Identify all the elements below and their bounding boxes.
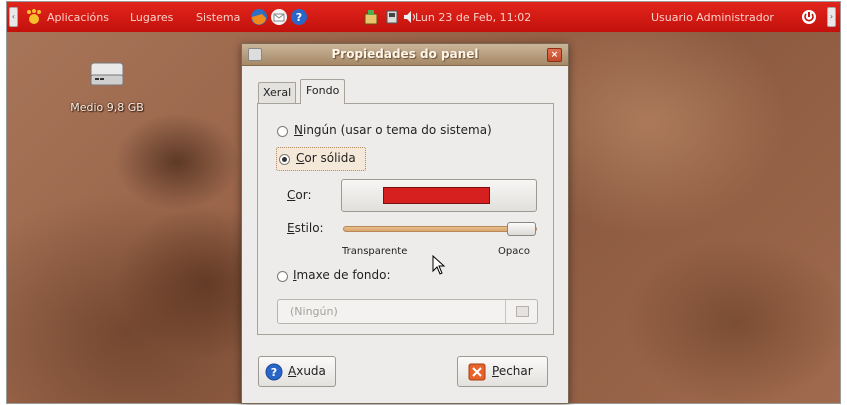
dialog-title: Propiedades do panel (331, 47, 479, 61)
color-picker-button[interactable] (341, 179, 537, 212)
close-button-label: Pechar (492, 364, 533, 378)
panel-left-arrow-icon[interactable]: ‹ (9, 7, 18, 27)
tab-fondo[interactable]: Fondo (300, 79, 346, 104)
help-icon[interactable]: ? (290, 8, 308, 26)
close-button[interactable]: Pechar (457, 356, 548, 387)
power-icon[interactable] (801, 9, 817, 25)
radio-solid-color[interactable] (279, 154, 290, 165)
help-button-label: Axuda (288, 364, 326, 378)
help-button[interactable]: ? Axuda (258, 356, 336, 387)
radio-none[interactable] (277, 126, 288, 137)
background-image-chooser[interactable]: (Ningún) (277, 299, 538, 324)
menu-system[interactable]: Sistema (196, 11, 240, 24)
radio-none-label[interactable]: Ningún (usar o tema do sistema) (294, 123, 492, 137)
network-icon[interactable] (383, 8, 401, 26)
radio-solid-color-label[interactable]: Cor sólida (296, 151, 356, 165)
background-image-value: (Ningún) (290, 305, 338, 318)
style-label: Estilo: (287, 221, 324, 235)
color-label: Cor: (287, 188, 312, 202)
user-menu[interactable]: Usuario Administrador (651, 11, 774, 24)
dialog-titlebar[interactable]: Propiedades do panel × (242, 44, 568, 66)
clock[interactable]: Lun 23 de Feb, 11:02 (415, 11, 531, 24)
radio-background-image-label[interactable]: Imaxe de fondo: (293, 268, 391, 282)
close-x-icon (468, 363, 486, 381)
help-icon: ? (265, 363, 283, 381)
panel-properties-dialog: Propiedades do panel × Xeral Fondo Ningú… (241, 43, 569, 404)
panel-right-arrow-icon[interactable]: › (827, 7, 836, 27)
firefox-icon[interactable] (250, 8, 268, 26)
top-panel: ‹ Aplicacións Lugares Sistema ? Lun 23 d… (7, 2, 840, 32)
color-swatch (383, 187, 490, 204)
menu-places[interactable]: Lugares (130, 11, 173, 24)
foot-icon[interactable] (25, 8, 43, 26)
close-icon[interactable]: × (547, 48, 562, 62)
folder-icon[interactable] (505, 300, 537, 323)
mouse-pointer-icon (432, 255, 446, 275)
svg-text:?: ? (271, 366, 277, 379)
drive-icon[interactable] (89, 57, 125, 89)
drive-label[interactable]: Medio 9,8 GB (57, 101, 157, 114)
menu-applications[interactable]: Aplicacións (47, 11, 109, 24)
radio-background-image[interactable] (277, 271, 288, 282)
tab-xeral[interactable]: Xeral (258, 82, 297, 103)
slider-min-label: Transparente (342, 246, 408, 257)
update-icon[interactable] (362, 8, 380, 26)
svg-text:?: ? (296, 11, 302, 24)
style-slider-handle[interactable] (507, 222, 536, 236)
mail-icon[interactable] (270, 8, 288, 26)
slider-max-label: Opaco (498, 246, 530, 257)
